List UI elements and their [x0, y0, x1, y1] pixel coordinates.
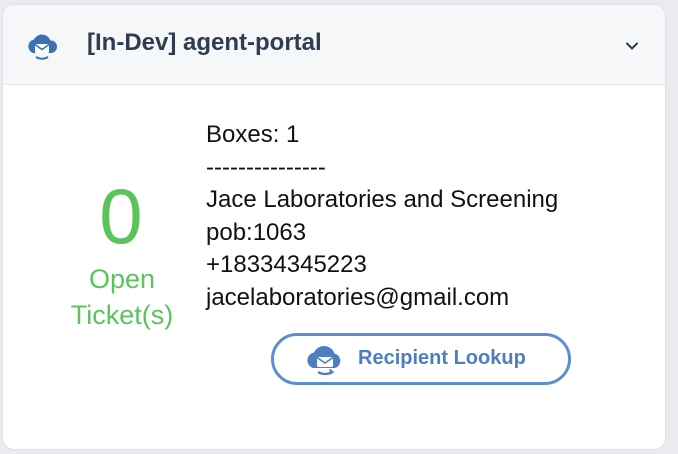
cloud-lookup-icon: [307, 345, 341, 376]
recipient-pob: pob:1063: [206, 218, 307, 246]
recipient-name: Jace Laboratories and Screening: [206, 186, 559, 213]
recipient-phone: +18334345223: [206, 251, 367, 278]
boxes-count: Boxes: 1: [206, 121, 300, 148]
page-title: [In-Dev] agent-portal: [87, 29, 322, 56]
card-header[interactable]: [In-Dev] agent-portal: [3, 5, 665, 85]
open-tickets-label-line1: Open: [88, 264, 156, 294]
open-ticket-count: 0: [99, 172, 143, 260]
recipient-lookup-label: Recipient Lookup: [358, 347, 526, 369]
open-tickets-label: Open Ticket(s): [47, 261, 197, 333]
chevron-down-icon[interactable]: [623, 37, 641, 55]
recipient-email: jacelaboratories@gmail.com: [206, 283, 510, 311]
recipient-lookup-button[interactable]: Recipient Lookup: [271, 333, 571, 385]
info-divider: ---------------: [206, 153, 326, 181]
recipient-info: Boxes: 1 --------------- Jace Laboratori…: [206, 119, 558, 314]
cloud-agent-icon: [28, 34, 58, 60]
open-tickets-label-line2: Ticket(s): [70, 300, 174, 330]
agent-portal-card: [In-Dev] agent-portal 0 Open Ticket(s) B…: [2, 4, 666, 450]
